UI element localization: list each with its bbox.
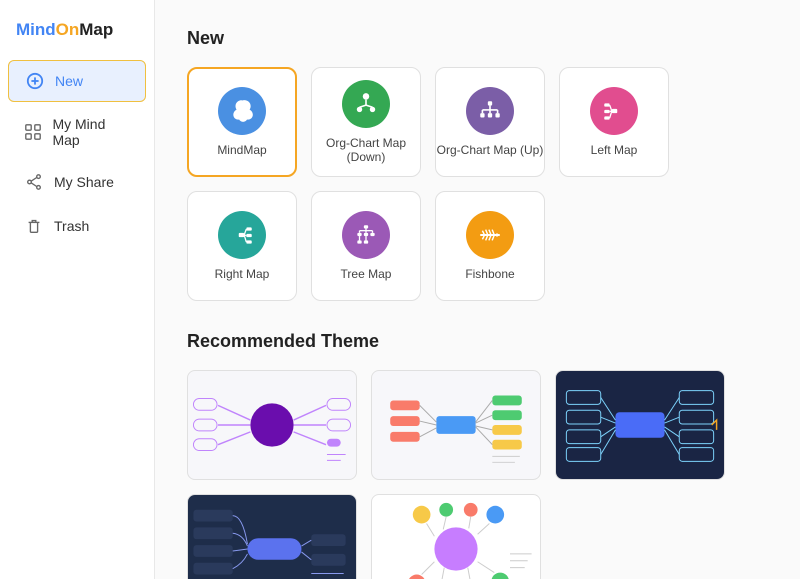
sidebar-item-my-share-label: My Share	[54, 174, 114, 190]
sidebar-item-trash[interactable]: Trash	[8, 206, 146, 246]
sidebar-item-my-mind-map[interactable]: My Mind Map	[8, 106, 146, 158]
theme-card-1[interactable]	[187, 370, 357, 480]
sidebar-item-my-share[interactable]: My Share	[8, 162, 146, 202]
logo: MindOnMap	[0, 10, 154, 58]
sidebar-item-new-label: New	[55, 73, 83, 89]
share-icon	[24, 172, 44, 192]
org-up-icon	[466, 87, 514, 135]
map-card-org-chart-up-label: Org-Chart Map (Up)	[437, 143, 544, 157]
map-card-left-map[interactable]: Left Map	[559, 67, 669, 177]
theme-card-5[interactable]	[371, 494, 541, 579]
new-section-title: New	[187, 28, 768, 49]
main-content: New MindMap Org-Chart Map (Down)	[155, 0, 800, 579]
org-down-icon	[342, 80, 390, 128]
grid-icon	[24, 122, 42, 142]
sidebar-item-my-mind-map-label: My Mind Map	[52, 116, 130, 148]
theme-grid	[187, 370, 768, 579]
sidebar-item-trash-label: Trash	[54, 218, 89, 234]
map-card-fishbone-label: Fishbone	[465, 267, 514, 281]
logo-text: MindOnMap	[16, 20, 113, 40]
trash-icon	[24, 216, 44, 236]
map-card-tree-map-label: Tree Map	[341, 267, 392, 281]
map-card-right-map-label: Right Map	[215, 267, 270, 281]
right-map-icon	[218, 211, 266, 259]
map-cards-grid: MindMap Org-Chart Map (Down)	[187, 67, 768, 301]
theme-card-4[interactable]	[187, 494, 357, 579]
recommended-section-title: Recommended Theme	[187, 331, 768, 352]
left-map-icon	[590, 87, 638, 135]
map-card-fishbone[interactable]: Fishbone	[435, 191, 545, 301]
map-card-tree-map[interactable]: Tree Map	[311, 191, 421, 301]
theme-card-3[interactable]	[555, 370, 725, 480]
plus-circle-icon	[25, 71, 45, 91]
sidebar-item-new[interactable]: New	[8, 60, 146, 102]
map-card-org-chart-up[interactable]: Org-Chart Map (Up)	[435, 67, 545, 177]
map-card-mindmap-label: MindMap	[217, 143, 266, 157]
map-card-org-chart-down-label: Org-Chart Map (Down)	[312, 136, 420, 164]
map-card-mindmap[interactable]: MindMap	[187, 67, 297, 177]
sidebar: MindOnMap New My Mind Map	[0, 0, 155, 579]
tree-icon	[342, 211, 390, 259]
brain-icon	[218, 87, 266, 135]
fishbone-icon	[466, 211, 514, 259]
map-card-left-map-label: Left Map	[591, 143, 638, 157]
theme-card-2[interactable]	[371, 370, 541, 480]
map-card-org-chart-down[interactable]: Org-Chart Map (Down)	[311, 67, 421, 177]
map-card-right-map[interactable]: Right Map	[187, 191, 297, 301]
